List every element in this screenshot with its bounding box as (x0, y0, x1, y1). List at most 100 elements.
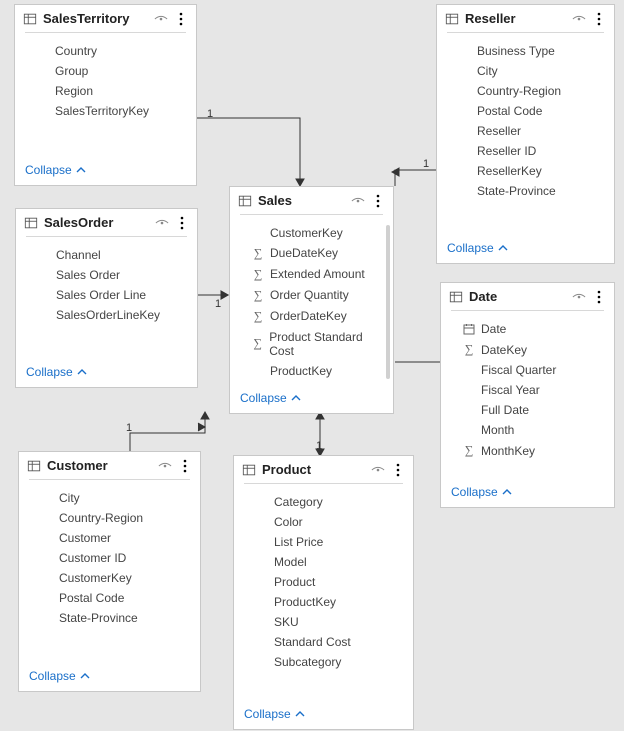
field-label: List Price (274, 535, 323, 549)
field-item[interactable]: CustomerKey (242, 223, 389, 243)
field-item[interactable]: SKU (246, 612, 409, 632)
collapse-link[interactable]: Collapse (240, 391, 301, 405)
collapse-link[interactable]: Collapse (29, 669, 90, 683)
field-item[interactable]: Sales Order (28, 265, 193, 285)
more-options-icon[interactable] (178, 459, 192, 473)
collapse-link[interactable]: Collapse (26, 365, 87, 379)
collapse-label: Collapse (240, 391, 287, 405)
collapse-link[interactable]: Collapse (447, 241, 508, 255)
table-sales-order[interactable]: SalesOrder ChannelSales Order Sales Order … (15, 208, 198, 388)
field-item[interactable]: ∑Extended Amount (242, 264, 389, 285)
field-label: Sales Order Line (56, 288, 146, 302)
field-item[interactable]: Color (246, 512, 409, 532)
field-item[interactable]: Category (246, 492, 409, 512)
field-item[interactable]: ProductKey (242, 361, 389, 381)
field-item[interactable]: ResellerKey (242, 381, 389, 385)
more-options-icon[interactable] (174, 12, 188, 26)
collapse-link[interactable]: Collapse (244, 707, 305, 721)
more-options-icon[interactable] (592, 290, 606, 304)
field-item[interactable]: ∑MonthKey (453, 440, 610, 461)
field-item[interactable]: Customer (31, 528, 196, 548)
field-item[interactable]: ∑Order Quantity (242, 285, 389, 306)
scrollbar[interactable] (386, 225, 390, 379)
field-item[interactable]: Postal Code (449, 101, 610, 121)
field-label: SalesOrderLineKey (56, 308, 160, 322)
field-item[interactable]: Full Date (453, 400, 610, 420)
field-label: Category (274, 495, 323, 509)
field-label: CustomerKey (270, 226, 343, 240)
field-item[interactable]: SalesTerritoryKey (27, 101, 192, 121)
field-item[interactable]: City (449, 61, 610, 81)
field-item[interactable]: Month (453, 420, 610, 440)
field-item[interactable]: State-Province (31, 608, 196, 628)
table-sales[interactable]: Sales CustomerKey ∑DueDateKey∑Extended Amo… (229, 186, 394, 414)
field-item[interactable]: Region (27, 81, 192, 101)
table-header[interactable]: Customer (19, 452, 200, 477)
collapse-link[interactable]: Collapse (451, 485, 512, 499)
collapse-label: Collapse (25, 163, 72, 177)
collapse-label: Collapse (26, 365, 73, 379)
table-customer[interactable]: CustomerCityCountry-RegionCustomerCustom… (18, 451, 201, 692)
more-options-icon[interactable] (592, 12, 606, 26)
table-date[interactable]: DateDate∑DateKeyFiscal QuarterFiscal Yea… (440, 282, 615, 508)
visibility-icon[interactable] (351, 194, 365, 208)
field-item[interactable]: ResellerKey (449, 161, 610, 181)
calendar-icon (463, 323, 475, 335)
visibility-icon[interactable] (155, 216, 169, 230)
field-label: Product Standard Cost (269, 330, 383, 358)
field-item[interactable]: Postal Code (31, 588, 196, 608)
field-item[interactable]: Sales Order Line (28, 285, 193, 305)
visibility-icon[interactable] (154, 12, 168, 26)
field-item[interactable]: Subcategory (246, 652, 409, 672)
field-item[interactable]: Channel (28, 245, 193, 265)
field-item[interactable]: State-Province (449, 181, 610, 201)
table-header[interactable]: Date (441, 283, 614, 308)
field-item[interactable]: Model (246, 552, 409, 572)
more-options-icon[interactable] (391, 463, 405, 477)
field-item[interactable]: Country-Region (449, 81, 610, 101)
visibility-icon[interactable] (572, 290, 586, 304)
field-item[interactable]: List Price (246, 532, 409, 552)
field-label: Business Type (477, 44, 555, 58)
field-item[interactable]: Group (27, 61, 192, 81)
field-item[interactable]: ∑DueDateKey (242, 243, 389, 264)
sigma-icon: ∑ (252, 267, 264, 282)
visibility-icon[interactable] (158, 459, 172, 473)
more-options-icon[interactable] (371, 194, 385, 208)
table-title: Date (469, 289, 497, 304)
field-item[interactable]: SalesOrderLineKey (28, 305, 193, 325)
field-item[interactable]: Date (453, 319, 610, 339)
table-title: SalesTerritory (43, 11, 129, 26)
table-reseller[interactable]: Reseller Business Type CityCountry-RegionP… (436, 4, 615, 264)
field-item[interactable]: Reseller (449, 121, 610, 141)
table-header[interactable]: SalesTerritory (15, 5, 196, 30)
visibility-icon[interactable] (572, 12, 586, 26)
field-item[interactable]: ∑Product Standard Cost (242, 327, 389, 361)
field-item[interactable]: Reseller ID (449, 141, 610, 161)
table-product[interactable]: Product Category Color List Price Model Produ… (233, 455, 414, 730)
more-options-icon[interactable] (175, 216, 189, 230)
fields-list: Date∑DateKeyFiscal QuarterFiscal YearFul… (441, 315, 614, 479)
table-footer: Collapse (230, 385, 393, 413)
field-item[interactable]: Customer ID (31, 548, 196, 568)
field-item[interactable]: CustomerKey (31, 568, 196, 588)
table-header[interactable]: Product (234, 456, 413, 481)
field-label: Product (274, 575, 315, 589)
table-header[interactable]: Sales (230, 187, 393, 212)
field-item[interactable]: Country (27, 41, 192, 61)
visibility-icon[interactable] (371, 463, 385, 477)
field-item[interactable]: ProductKey (246, 592, 409, 612)
field-item[interactable]: ∑DateKey (453, 339, 610, 360)
field-item[interactable]: Product (246, 572, 409, 592)
field-item[interactable]: ∑OrderDateKey (242, 306, 389, 327)
field-item[interactable]: City (31, 488, 196, 508)
field-item[interactable]: Business Type (449, 41, 610, 61)
field-item[interactable]: Fiscal Year (453, 380, 610, 400)
table-header[interactable]: Reseller (437, 5, 614, 30)
field-item[interactable]: Fiscal Quarter (453, 360, 610, 380)
table-sales-territory[interactable]: SalesTerritory CountryGroupRegionSalesTer… (14, 4, 197, 186)
field-item[interactable]: Standard Cost (246, 632, 409, 652)
table-header[interactable]: SalesOrder (16, 209, 197, 234)
field-item[interactable]: Country-Region (31, 508, 196, 528)
collapse-link[interactable]: Collapse (25, 163, 86, 177)
